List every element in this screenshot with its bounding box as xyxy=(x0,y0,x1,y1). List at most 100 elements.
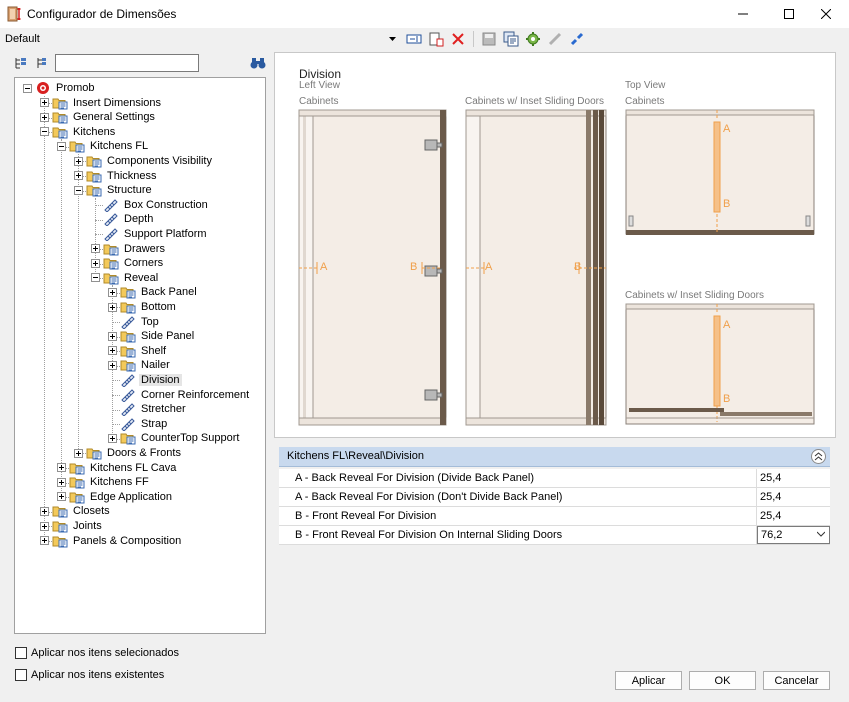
search-input[interactable] xyxy=(55,54,199,72)
tree-item[interactable]: Top xyxy=(108,315,161,329)
expand-icon[interactable] xyxy=(108,346,117,356)
tree-item[interactable]: Bottom xyxy=(108,300,178,314)
expand-icon[interactable] xyxy=(108,287,117,297)
close-button[interactable] xyxy=(803,0,849,28)
expand-icon[interactable] xyxy=(108,331,117,341)
tree-item[interactable]: Shelf xyxy=(108,344,168,358)
expand-icon[interactable] xyxy=(40,112,49,122)
profile-dropdown-button[interactable] xyxy=(383,30,401,48)
search-button[interactable] xyxy=(250,56,266,73)
expand-icon[interactable] xyxy=(40,506,49,516)
tree-item[interactable]: Strap xyxy=(108,417,169,431)
tree-item[interactable]: CounterTop Support xyxy=(108,431,241,445)
expand-icon[interactable] xyxy=(40,98,49,108)
tree-item[interactable]: Doors & Fronts xyxy=(74,446,183,460)
preview-panel: Division Left View Top View Cabinets Cab… xyxy=(274,52,836,438)
apply-existing-checkbox[interactable]: Aplicar nos itens existentes xyxy=(15,669,164,681)
collapse-icon[interactable] xyxy=(23,83,32,93)
property-value: 76,2 xyxy=(761,529,783,541)
property-value[interactable]: 25,4 xyxy=(757,469,830,487)
tree-item[interactable]: Division xyxy=(108,373,182,387)
tree-item[interactable]: Box Construction xyxy=(91,198,210,212)
tree-connector xyxy=(78,154,79,454)
tree-item[interactable]: Reveal xyxy=(91,271,160,285)
expand-icon[interactable] xyxy=(108,302,117,312)
link-button[interactable] xyxy=(546,30,564,48)
tree-item[interactable]: Back Panel xyxy=(108,285,199,299)
tree-item[interactable]: Components Visibility xyxy=(74,154,214,168)
expand-all-button[interactable] xyxy=(14,56,28,73)
expand-icon[interactable] xyxy=(91,244,100,254)
tree-item-label: Closets xyxy=(73,505,110,518)
expand-icon[interactable] xyxy=(91,258,100,268)
save-button[interactable] xyxy=(480,30,498,48)
preview-title: Division xyxy=(299,67,342,81)
checkbox-box[interactable] xyxy=(15,669,27,681)
tree-item[interactable]: Insert Dimensions xyxy=(40,96,163,110)
unlink-button[interactable] xyxy=(568,30,586,48)
collapse-icon[interactable] xyxy=(40,127,49,137)
tree-item-label: Depth xyxy=(124,213,154,226)
tree-item[interactable]: Promob xyxy=(23,81,97,95)
collapse-icon[interactable] xyxy=(57,141,66,151)
rename-button[interactable] xyxy=(405,30,423,48)
expand-icon[interactable] xyxy=(74,156,83,166)
collapse-icon[interactable] xyxy=(74,185,83,195)
expand-icon[interactable] xyxy=(74,171,83,181)
tree-item-label: Support Platform xyxy=(124,228,207,240)
minimize-button[interactable] xyxy=(720,0,766,28)
maximize-icon xyxy=(784,9,794,19)
tree-item[interactable]: Side Panel xyxy=(108,329,196,343)
expand-icon[interactable] xyxy=(40,536,49,546)
tree-item[interactable]: Kitchens FF xyxy=(57,475,151,489)
new-item-button[interactable] xyxy=(427,30,445,48)
tree-item[interactable]: Stretcher xyxy=(108,402,188,417)
promob-logo-icon xyxy=(37,82,49,94)
property-value-dropdown[interactable]: 76,2 xyxy=(757,526,830,544)
tree-item[interactable]: Corner Reinforcement xyxy=(108,388,251,402)
tree-item[interactable]: Panels & Composition xyxy=(40,534,183,548)
tree-item-label: Panels & Composition xyxy=(73,534,182,547)
tree-item[interactable]: Kitchens FL xyxy=(57,139,150,153)
property-value[interactable]: 25,4 xyxy=(757,507,830,525)
tree-item[interactable]: Nailer xyxy=(108,358,172,372)
settings-button[interactable] xyxy=(524,30,542,48)
marker-b-inset: B xyxy=(574,261,582,273)
copy-button[interactable] xyxy=(502,30,520,48)
tree-item-label: Nailer xyxy=(141,359,170,372)
cancel-button[interactable]: Cancelar xyxy=(763,671,830,690)
tree-toolbar xyxy=(14,56,48,73)
tree-item[interactable]: Corners xyxy=(91,256,165,270)
delete-button[interactable] xyxy=(449,30,467,48)
property-name: A - Back Reveal For Division (Don't Divi… xyxy=(279,488,757,506)
tree-item-label: Kitchens FF xyxy=(90,476,149,489)
tree-item[interactable]: Edge Application xyxy=(57,490,174,504)
expand-icon[interactable] xyxy=(108,433,117,443)
expand-icon[interactable] xyxy=(40,521,49,531)
tree-item[interactable]: General Settings xyxy=(40,110,157,124)
tree-item[interactable]: Joints xyxy=(40,519,104,533)
tree-item[interactable]: Kitchens xyxy=(40,125,117,139)
apply-selected-checkbox[interactable]: Aplicar nos itens selecionados xyxy=(15,647,179,659)
expand-icon[interactable] xyxy=(57,492,66,502)
ok-button[interactable]: OK xyxy=(689,671,756,690)
collapse-properties-button[interactable] xyxy=(811,449,826,464)
tree-item[interactable]: Kitchens FL Cava xyxy=(57,461,178,475)
tree-item[interactable]: Drawers xyxy=(91,242,167,256)
expand-icon[interactable] xyxy=(57,463,66,473)
collapse-icon[interactable] xyxy=(91,273,100,283)
tree-item[interactable]: Closets xyxy=(40,504,112,518)
tree-item[interactable]: Support Platform xyxy=(91,227,209,241)
tree-item[interactable]: Structure xyxy=(74,183,154,197)
cabinets-label: Cabinets xyxy=(299,96,339,107)
tree-item[interactable]: Depth xyxy=(91,212,155,227)
property-name: B - Front Reveal For Division On Interna… xyxy=(279,526,757,544)
expand-icon[interactable] xyxy=(108,360,117,370)
expand-icon[interactable] xyxy=(74,448,83,458)
collapse-all-button[interactable] xyxy=(34,56,48,73)
apply-button[interactable]: Aplicar xyxy=(615,671,682,690)
checkbox-box[interactable] xyxy=(15,647,27,659)
expand-icon[interactable] xyxy=(57,477,66,487)
tree-item[interactable]: Thickness xyxy=(74,169,159,183)
property-value[interactable]: 25,4 xyxy=(757,488,830,506)
